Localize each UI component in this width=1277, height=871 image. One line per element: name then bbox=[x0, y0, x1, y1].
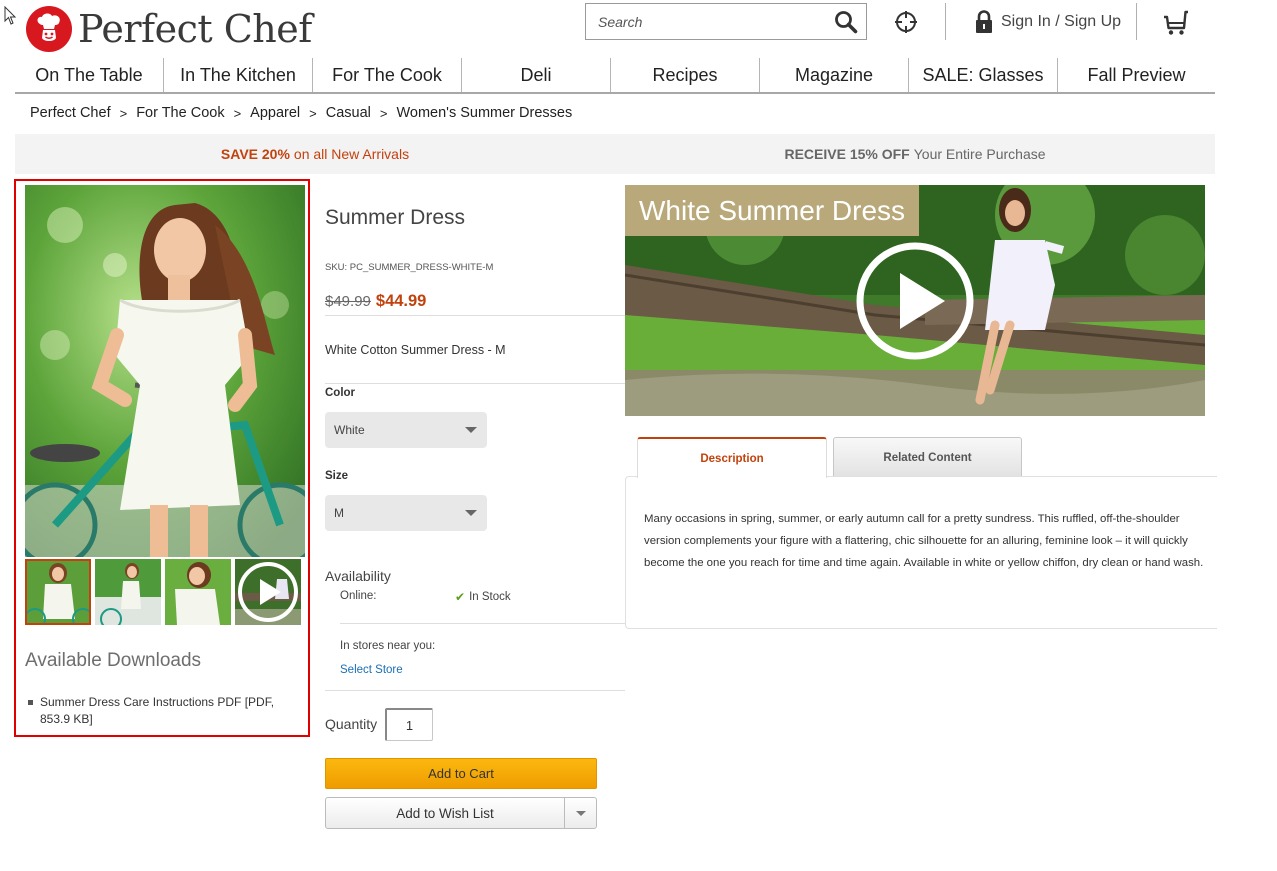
video-title: White Summer Dress bbox=[625, 185, 919, 236]
original-price: $49.99 bbox=[325, 293, 371, 310]
color-select[interactable]: White bbox=[325, 412, 487, 448]
product-description: Many occasions in spring, summer, or ear… bbox=[644, 513, 1204, 569]
mouse-cursor-icon bbox=[4, 6, 17, 25]
breadcrumb-separator: > bbox=[379, 105, 388, 121]
download-label: Summer Dress Care Instructions PDF [PDF,… bbox=[40, 695, 275, 726]
add-to-cart-button[interactable]: Add to Cart bbox=[325, 758, 597, 789]
breadcrumb-item[interactable]: Casual bbox=[326, 105, 371, 121]
nav-item-on-the-table[interactable]: On The Table bbox=[15, 58, 164, 92]
thumbnail-1[interactable] bbox=[25, 559, 91, 625]
chevron-down-icon bbox=[465, 427, 477, 433]
divider bbox=[325, 315, 625, 316]
sign-in-label: Sign In / Sign Up bbox=[1001, 13, 1122, 30]
breadcrumb: Perfect Chef > For The Cook > Apparel > … bbox=[30, 105, 572, 121]
main-product-image[interactable] bbox=[25, 185, 305, 557]
product-title: Summer Dress bbox=[325, 206, 466, 229]
nav-item-deli[interactable]: Deli bbox=[462, 58, 611, 92]
search-box bbox=[585, 3, 867, 40]
checkmark-icon: ✔ bbox=[455, 590, 466, 604]
color-value: White bbox=[334, 423, 365, 437]
play-icon[interactable] bbox=[855, 241, 975, 361]
divider bbox=[325, 690, 625, 691]
select-store-link[interactable]: Select Store bbox=[340, 664, 403, 676]
product-video[interactable]: White Summer Dress bbox=[625, 185, 1205, 416]
nav-item-sale-glasses[interactable]: SALE: Glasses bbox=[909, 58, 1058, 92]
sign-in-link[interactable]: Sign In / Sign Up bbox=[975, 10, 1121, 34]
wishlist-button-group: Add to Wish List bbox=[325, 797, 597, 829]
breadcrumb-item[interactable]: Perfect Chef bbox=[30, 105, 111, 121]
nav-item-fall-preview[interactable]: Fall Preview bbox=[1058, 58, 1215, 92]
header-divider bbox=[945, 3, 946, 40]
nav-item-in-the-kitchen[interactable]: In The Kitchen bbox=[164, 58, 313, 92]
header-divider bbox=[1136, 3, 1137, 40]
thumbnail-2[interactable] bbox=[95, 559, 161, 625]
lock-icon bbox=[976, 10, 992, 33]
stock-status-label: In Stock bbox=[469, 591, 511, 603]
chevron-down-icon bbox=[465, 510, 477, 516]
online-label: Online: bbox=[340, 590, 377, 602]
promo-right-text: Your Entire Purchase bbox=[913, 146, 1046, 162]
nav-item-for-the-cook[interactable]: For The Cook bbox=[313, 58, 462, 92]
stock-status: ✔ In Stock bbox=[455, 590, 511, 604]
nav-item-magazine[interactable]: Magazine bbox=[760, 58, 909, 92]
breadcrumb-item[interactable]: Apparel bbox=[250, 105, 300, 121]
thumbnail-3[interactable] bbox=[165, 559, 231, 625]
brand-name: Perfect Chef bbox=[78, 7, 312, 51]
promo-right-bold: RECEIVE 15% OFF bbox=[784, 146, 910, 162]
breadcrumb-separator: > bbox=[119, 105, 128, 121]
divider bbox=[340, 623, 625, 624]
store-locator-icon[interactable] bbox=[893, 9, 919, 35]
chevron-down-icon bbox=[575, 810, 586, 816]
sale-price: $44.99 bbox=[375, 292, 427, 310]
breadcrumb-item[interactable]: For The Cook bbox=[136, 105, 224, 121]
breadcrumb-separator: > bbox=[233, 105, 242, 121]
thumbnail-video[interactable] bbox=[235, 559, 301, 625]
size-value: M bbox=[334, 506, 344, 520]
promo-banner: SAVE 20% on all New Arrivals RECEIVE 15%… bbox=[15, 134, 1215, 174]
bullet-icon bbox=[28, 700, 33, 705]
chef-hat-logo-icon bbox=[26, 6, 72, 52]
quantity-label: Quantity bbox=[325, 716, 378, 732]
downloads-title: Available Downloads bbox=[25, 650, 202, 671]
promo-left-bold: SAVE 20% bbox=[220, 146, 290, 162]
download-link[interactable]: Summer Dress Care Instructions PDF [PDF,… bbox=[28, 694, 298, 728]
breadcrumb-separator: > bbox=[309, 105, 317, 121]
divider bbox=[325, 383, 625, 384]
product-sku: SKU: PC_SUMMER_DRESS-WHITE-M bbox=[325, 262, 494, 273]
product-price: $49.99 $44.99 bbox=[325, 292, 426, 311]
breadcrumb-item-current[interactable]: Women's Summer Dresses bbox=[396, 105, 572, 121]
search-button[interactable] bbox=[826, 4, 866, 39]
add-to-wishlist-button[interactable]: Add to Wish List bbox=[326, 798, 565, 828]
promo-left-text: on all New Arrivals bbox=[293, 146, 410, 162]
tab-panel-description: Many occasions in spring, summer, or ear… bbox=[625, 476, 1217, 629]
tab-description[interactable]: Description bbox=[637, 437, 827, 478]
search-input[interactable] bbox=[586, 4, 826, 39]
size-label: Size bbox=[325, 470, 349, 482]
quantity-input[interactable] bbox=[385, 708, 433, 741]
promo-new-arrivals[interactable]: SAVE 20% on all New Arrivals bbox=[15, 134, 615, 174]
main-nav: On The Table In The Kitchen For The Cook… bbox=[15, 58, 1215, 94]
availability-title: Availability bbox=[325, 568, 391, 584]
promo-entire-purchase[interactable]: RECEIVE 15% OFF Your Entire Purchase bbox=[615, 134, 1215, 174]
search-icon bbox=[835, 10, 858, 33]
nav-item-recipes[interactable]: Recipes bbox=[611, 58, 760, 92]
thumbnail-strip bbox=[25, 559, 301, 625]
shopping-cart-icon[interactable] bbox=[1162, 8, 1190, 36]
product-short-description: White Cotton Summer Dress - M bbox=[325, 343, 506, 357]
size-select[interactable]: M bbox=[325, 495, 487, 531]
wishlist-dropdown-button[interactable] bbox=[565, 798, 596, 828]
tab-related-content[interactable]: Related Content bbox=[833, 437, 1022, 477]
stores-label: In stores near you: bbox=[340, 640, 436, 652]
logo[interactable]: Perfect Chef bbox=[26, 6, 312, 52]
color-label: Color bbox=[325, 387, 356, 399]
